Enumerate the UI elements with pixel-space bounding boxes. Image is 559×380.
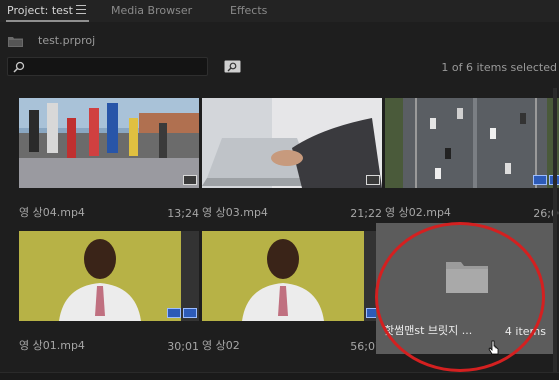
project-item[interactable]: 영 상01.mp4 30;01 <box>19 231 199 364</box>
mouse-cursor-icon <box>488 340 499 355</box>
search-icon <box>13 61 25 73</box>
item-name: 영 상01.mp4 <box>19 339 85 352</box>
audio-badge-icon <box>366 175 380 185</box>
video-badge-icon <box>533 175 547 185</box>
project-file-name: test.prproj <box>38 34 96 47</box>
red-highlight-circle <box>375 222 545 372</box>
tab-media-browser[interactable]: Media Browser <box>111 4 192 17</box>
hamburger-menu-icon[interactable] <box>76 5 86 14</box>
item-name: 영 상02 <box>202 339 240 352</box>
active-tab-indicator <box>6 20 89 22</box>
search-input[interactable] <box>7 57 208 76</box>
project-item[interactable]: 영 상02.mp4 26;06 <box>385 98 559 231</box>
project-item[interactable]: 영 상02 56;07 <box>202 231 382 364</box>
project-item[interactable]: 영 상03.mp4 21;22 <box>202 98 382 231</box>
bottom-toolbar <box>0 372 559 380</box>
sequence-thumbnail <box>202 231 382 321</box>
audio-badge-icon <box>183 175 197 185</box>
clip-thumbnail <box>19 98 199 188</box>
item-duration: 21;22 <box>350 207 382 220</box>
item-name: 영 상03.mp4 <box>202 206 268 219</box>
folder-icon <box>8 37 23 47</box>
project-item[interactable]: 영 상04.mp4 13;24 <box>19 98 199 231</box>
clip-thumbnail <box>202 98 382 188</box>
tab-project[interactable]: Project: test <box>7 4 73 17</box>
item-duration: 13;24 <box>167 207 199 220</box>
project-path-row: test.prproj <box>0 28 559 52</box>
tab-effects[interactable]: Effects <box>230 4 267 17</box>
audio-badge-icon <box>183 308 197 318</box>
item-name: 영 상04.mp4 <box>19 206 85 219</box>
scrollbar[interactable] <box>553 88 557 372</box>
panel-tabbar: Project: test Media Browser Effects <box>0 0 559 22</box>
video-badge-icon <box>167 308 181 318</box>
item-duration: 30;01 <box>167 340 199 353</box>
selection-status: 1 of 6 items selected <box>441 61 557 74</box>
clip-thumbnail <box>385 98 559 188</box>
clip-thumbnail <box>19 231 199 321</box>
item-name: 영 상02.mp4 <box>385 206 451 219</box>
find-bin-icon[interactable] <box>224 60 241 73</box>
